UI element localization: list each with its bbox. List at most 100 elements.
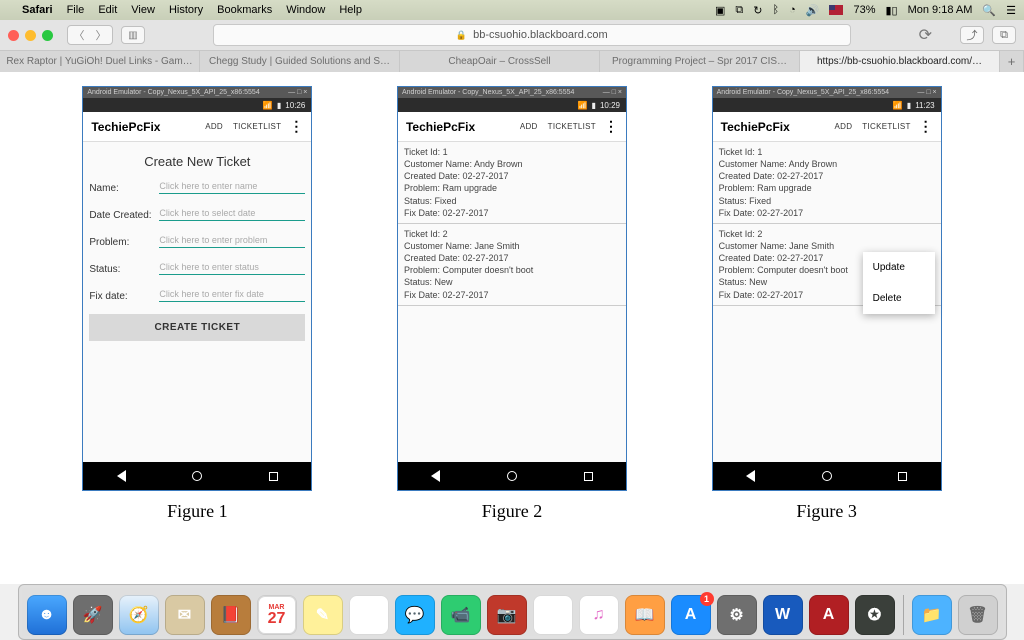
dock-photobooth[interactable]: 📷: [487, 595, 527, 635]
tab-0[interactable]: Rex Raptor | YuGiOh! Duel Links - Gam…: [0, 50, 200, 72]
android-recent-icon[interactable]: [898, 472, 907, 481]
macos-menubar: Safari File Edit View History Bookmarks …: [0, 0, 1024, 20]
dock-calendar[interactable]: MAR 27: [257, 595, 297, 635]
notification-icon[interactable]: ☰: [1006, 4, 1016, 17]
dock-sysprefs[interactable]: ⚙: [717, 595, 757, 635]
android-back-icon[interactable]: [431, 470, 440, 482]
spotlight-icon[interactable]: 🔍: [982, 4, 996, 17]
share-button[interactable]: ⤴: [960, 26, 984, 44]
reload-icon[interactable]: ⟳: [919, 25, 932, 45]
ticket-line: Customer Name: Andy Brown: [719, 158, 935, 170]
menu-help[interactable]: Help: [339, 4, 362, 16]
dock-safari[interactable]: 🧭: [119, 595, 159, 635]
ticket-card[interactable]: Ticket Id: 1 Customer Name: Andy Brown C…: [398, 142, 626, 224]
action-ticketlist[interactable]: TICKETLIST: [233, 122, 281, 131]
input-status[interactable]: Click here to enter status: [159, 260, 305, 275]
dock-messages[interactable]: 💬: [395, 595, 435, 635]
overflow-icon[interactable]: ⋮: [289, 118, 303, 135]
menu-edit[interactable]: Edit: [98, 4, 117, 16]
dock-itunes[interactable]: ♫: [579, 595, 619, 635]
action-ticketlist[interactable]: TICKETLIST: [548, 122, 596, 131]
android-home-icon[interactable]: [507, 471, 517, 481]
dock-finder[interactable]: ☻: [27, 595, 67, 635]
menu-bookmarks[interactable]: Bookmarks: [217, 4, 272, 16]
dock-reminders[interactable]: ☑: [349, 595, 389, 635]
dock-appstore[interactable]: A: [671, 595, 711, 635]
zoom-icon[interactable]: [42, 30, 53, 41]
ticket-line: Created Date: 02-27-2017: [719, 170, 935, 182]
battery-icon: ▮: [907, 101, 911, 110]
tab-4[interactable]: https://bb-csuohio.blackboard.com/…: [800, 50, 1000, 72]
app-title: TechiePcFix: [406, 120, 510, 134]
timemachine-icon[interactable]: ↻: [753, 4, 762, 17]
tab-3[interactable]: Programming Project – Spr 2017 CIS…: [600, 50, 800, 72]
android-recent-icon[interactable]: [584, 472, 593, 481]
ticket-line: Ticket Id: 2: [719, 228, 935, 240]
battery-icon[interactable]: ▮▯: [885, 4, 897, 17]
wifi-icon[interactable]: ◔: [789, 4, 796, 16]
dock-trash[interactable]: 🗑: [958, 595, 998, 635]
dock-facetime[interactable]: 📹: [441, 595, 481, 635]
ticket-card[interactable]: Ticket Id: 1 Customer Name: Andy Brown C…: [713, 142, 941, 224]
emulator-title: Android Emulator - Copy_Nexus_5X_API_25_…: [87, 89, 259, 96]
tab-1[interactable]: Chegg Study | Guided Solutions and S…: [200, 50, 400, 72]
overflow-icon[interactable]: ⋮: [919, 118, 933, 135]
input-name[interactable]: Click here to enter name: [159, 179, 305, 194]
action-add[interactable]: ADD: [835, 122, 853, 131]
android-back-icon[interactable]: [746, 470, 755, 482]
dock-contacts[interactable]: 📕: [211, 595, 251, 635]
dock-acrobat[interactable]: A: [809, 595, 849, 635]
ticket-line: Fix Date: 02-27-2017: [404, 207, 620, 219]
menu-app[interactable]: Safari: [22, 4, 53, 16]
volume-icon[interactable]: 🔊: [806, 4, 820, 17]
new-tab-button[interactable]: +: [1000, 50, 1024, 72]
overflow-icon[interactable]: ⋮: [604, 118, 618, 135]
dock-downloads[interactable]: 📁: [912, 595, 952, 635]
tab-2[interactable]: CheapOair – CrossSell: [400, 50, 600, 72]
dock-mail[interactable]: ✉: [165, 595, 205, 635]
dock-launchpad[interactable]: 🚀: [73, 595, 113, 635]
ticket-line: Ticket Id: 1: [719, 146, 935, 158]
action-add[interactable]: ADD: [205, 122, 223, 131]
create-ticket-button[interactable]: CREATE TICKET: [89, 314, 305, 341]
close-icon[interactable]: [8, 30, 19, 41]
dock-ibooks[interactable]: 📖: [625, 595, 665, 635]
emulator-title: Android Emulator - Copy_Nexus_5X_API_25_…: [717, 89, 889, 96]
dock-word[interactable]: W: [763, 595, 803, 635]
minimize-icon[interactable]: [25, 30, 36, 41]
dropbox-icon[interactable]: ⧉: [735, 4, 743, 17]
url-bar[interactable]: 🔒 bb-csuohio.blackboard.com: [213, 24, 851, 46]
dock-android-studio[interactable]: ✪: [855, 595, 895, 635]
flag-icon[interactable]: [829, 5, 843, 15]
sidebar-button[interactable]: ▥: [121, 26, 145, 44]
signal-icon: 📶: [578, 101, 588, 110]
menu-view[interactable]: View: [131, 4, 155, 16]
ticket-line: Customer Name: Jane Smith: [719, 240, 935, 252]
input-fixdate[interactable]: Click here to enter fix date: [159, 287, 305, 302]
context-delete[interactable]: Delete: [863, 283, 935, 314]
android-back-icon[interactable]: [117, 470, 126, 482]
input-date[interactable]: Click here to select date: [159, 206, 305, 221]
action-add[interactable]: ADD: [520, 122, 538, 131]
android-home-icon[interactable]: [192, 471, 202, 481]
bluetooth-icon[interactable]: ᛒ: [772, 4, 779, 16]
menu-file[interactable]: File: [67, 4, 85, 16]
forward-button[interactable]: 〉: [90, 26, 112, 44]
menu-history[interactable]: History: [169, 4, 203, 16]
tray-icon[interactable]: ▣: [715, 4, 725, 17]
menubar-clock[interactable]: Mon 9:18 AM: [908, 4, 973, 16]
dock-photos[interactable]: ✿: [533, 595, 573, 635]
context-update[interactable]: Update: [863, 252, 935, 283]
action-ticketlist[interactable]: TICKETLIST: [862, 122, 910, 131]
android-home-icon[interactable]: [822, 471, 832, 481]
back-button[interactable]: 〈: [68, 26, 90, 44]
tabs-button[interactable]: ⧉: [992, 26, 1016, 44]
menu-window[interactable]: Window: [286, 4, 325, 16]
url-host: bb-csuohio.blackboard.com: [473, 29, 608, 41]
dock: ☻ 🚀 🧭 ✉ 📕 MAR 27 ✎ ☑ 💬 📹 📷 ✿ ♫ 📖 A ⚙ W A…: [0, 584, 1024, 640]
input-problem[interactable]: Click here to enter problem: [159, 233, 305, 248]
ticket-card[interactable]: Ticket Id: 2 Customer Name: Jane Smith C…: [398, 224, 626, 306]
ticket-line: Fix Date: 02-27-2017: [404, 289, 620, 301]
android-recent-icon[interactable]: [269, 472, 278, 481]
dock-notes[interactable]: ✎: [303, 595, 343, 635]
